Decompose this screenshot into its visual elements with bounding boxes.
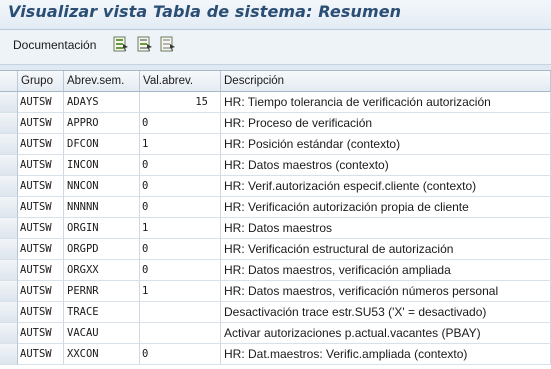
table-row[interactable]: AUTSW XXCON 0 HR: Dat.maestros: Verific.amp… [0, 344, 551, 365]
cell-grupo: AUTSW [18, 302, 64, 323]
column-header-val[interactable]: Val.abrev. [140, 71, 221, 92]
row-selector[interactable] [0, 239, 18, 260]
cell-val: 1 [140, 218, 221, 239]
row-selector[interactable] [0, 113, 18, 134]
cell-grupo: AUTSW [18, 197, 64, 218]
cell-grupo: AUTSW [18, 134, 64, 155]
row-selector[interactable] [0, 155, 18, 176]
row-selector[interactable] [0, 134, 18, 155]
table-row[interactable]: AUTSW INCON 0 HR: Datos maestros (contexto) [0, 155, 551, 176]
data-table: Grupo Abrev.sem. Val.abrev. Descripción … [0, 70, 551, 369]
cell-abrev: NNCON [64, 176, 140, 197]
cell-desc: HR: Proceso de verificación [221, 113, 551, 134]
row-selector[interactable] [0, 260, 18, 281]
cell-desc: HR: Datos maestros (contexto) [221, 155, 551, 176]
select-all-icon[interactable] [113, 36, 129, 52]
table-row[interactable]: AUTSW ORGIN 1 HR: Datos maestros [0, 218, 551, 239]
cell-val: 1 [140, 134, 221, 155]
cell-grupo: AUTSW [18, 323, 64, 344]
cell-grupo: AUTSW [18, 113, 64, 134]
row-selector[interactable] [0, 281, 18, 302]
table-row[interactable]: AUTSW NNNNN 0 HR: Verificación autorización… [0, 197, 551, 218]
title-bar: Visualizar vista Tabla de sistema: Resum… [0, 0, 551, 30]
column-header-desc[interactable]: Descripción [221, 71, 551, 92]
row-selector[interactable] [0, 176, 18, 197]
application-toolbar: Documentación [0, 30, 551, 65]
cell-val: 0 [140, 113, 221, 134]
cell-abrev: DFCON [64, 134, 140, 155]
cell-val [140, 302, 221, 323]
cell-desc: HR: Datos maestros, verificación números… [221, 281, 551, 302]
cell-val: 0 [140, 260, 221, 281]
cell-abrev: XXCON [64, 344, 140, 365]
cell-desc: HR: Datos maestros, verificación ampliad… [221, 260, 551, 281]
cell-abrev: ORGIN [64, 218, 140, 239]
cell-abrev: ADAYS [64, 92, 140, 113]
table-row[interactable]: AUTSW TRACE Desactivación trace estr.SU53 … [0, 302, 551, 323]
table-row[interactable]: AUTSW ORGPD 0 HR: Verificación estructural … [0, 239, 551, 260]
row-selector[interactable] [0, 344, 18, 365]
cell-val: 15 [140, 92, 221, 113]
table-row[interactable]: AUTSW ADAYS 15 HR: Tiempo tolerancia de ver… [0, 92, 551, 113]
table-row[interactable]: AUTSW PERNR 1 HR: Datos maestros, verificac… [0, 281, 551, 302]
cell-desc: HR: Datos maestros [221, 218, 551, 239]
table-header-row: Grupo Abrev.sem. Val.abrev. Descripción [0, 71, 551, 92]
row-selector[interactable] [0, 218, 18, 239]
cell-desc: HR: Verificación estructural de autoriza… [221, 239, 551, 260]
table-row[interactable]: AUTSW VACAU Activar autorizaciones p.actua… [0, 323, 551, 344]
row-selector[interactable] [0, 92, 18, 113]
select-all-cell[interactable] [0, 71, 18, 92]
cell-val: 0 [140, 155, 221, 176]
cell-grupo: AUTSW [18, 176, 64, 197]
cell-abrev: NNNNN [64, 197, 140, 218]
cell-abrev: INCON [64, 155, 140, 176]
table-row[interactable]: AUTSW ORGXX 0 HR: Datos maestros, verificac… [0, 260, 551, 281]
cell-abrev: ORGPD [64, 239, 140, 260]
cell-val [140, 323, 221, 344]
cell-abrev: PERNR [64, 281, 140, 302]
table-row[interactable]: AUTSW APPRO 0 HR: Proceso de verificación [0, 113, 551, 134]
select-block-icon[interactable] [137, 36, 153, 52]
cell-desc: HR: Verif.autorización especif.cliente (… [221, 176, 551, 197]
table-row[interactable]: AUTSW NNCON 0 HR: Verif.autorización especi… [0, 176, 551, 197]
cell-grupo: AUTSW [18, 155, 64, 176]
cell-grupo: AUTSW [18, 260, 64, 281]
cell-val: 0 [140, 176, 221, 197]
page-title: Visualizar vista Tabla de sistema: Resum… [8, 2, 402, 21]
cell-desc: HR: Tiempo tolerancia de verificación au… [221, 92, 551, 113]
cell-grupo: AUTSW [18, 92, 64, 113]
cell-desc: HR: Posición estándar (contexto) [221, 134, 551, 155]
cell-desc: HR: Verificación autorización propia de … [221, 197, 551, 218]
column-header-grupo[interactable]: Grupo [18, 71, 64, 92]
deselect-all-icon[interactable] [160, 36, 176, 52]
cell-desc: Desactivación trace estr.SU53 ('X' = des… [221, 302, 551, 323]
column-header-abrev[interactable]: Abrev.sem. [64, 71, 140, 92]
cell-abrev: APPRO [64, 113, 140, 134]
cell-grupo: AUTSW [18, 239, 64, 260]
cell-grupo: AUTSW [18, 344, 64, 365]
row-selector[interactable] [0, 302, 18, 323]
documentation-button[interactable]: Documentación [13, 38, 96, 52]
cell-val: 0 [140, 239, 221, 260]
cell-val: 1 [140, 281, 221, 302]
cell-grupo: AUTSW [18, 218, 64, 239]
cell-abrev: VACAU [64, 323, 140, 344]
cell-desc: HR: Dat.maestros: Verific.ampliada (cont… [221, 344, 551, 365]
cell-grupo: AUTSW [18, 281, 64, 302]
cell-abrev: TRACE [64, 302, 140, 323]
cell-desc: Activar autorizaciones p.actual.vacantes… [221, 323, 551, 344]
cell-abrev: ORGXX [64, 260, 140, 281]
table-row[interactable]: AUTSW DFCON 1 HR: Posición estándar (contex… [0, 134, 551, 155]
row-selector[interactable] [0, 323, 18, 344]
cell-val: 0 [140, 197, 221, 218]
cell-val: 0 [140, 344, 221, 365]
row-selector[interactable] [0, 197, 18, 218]
